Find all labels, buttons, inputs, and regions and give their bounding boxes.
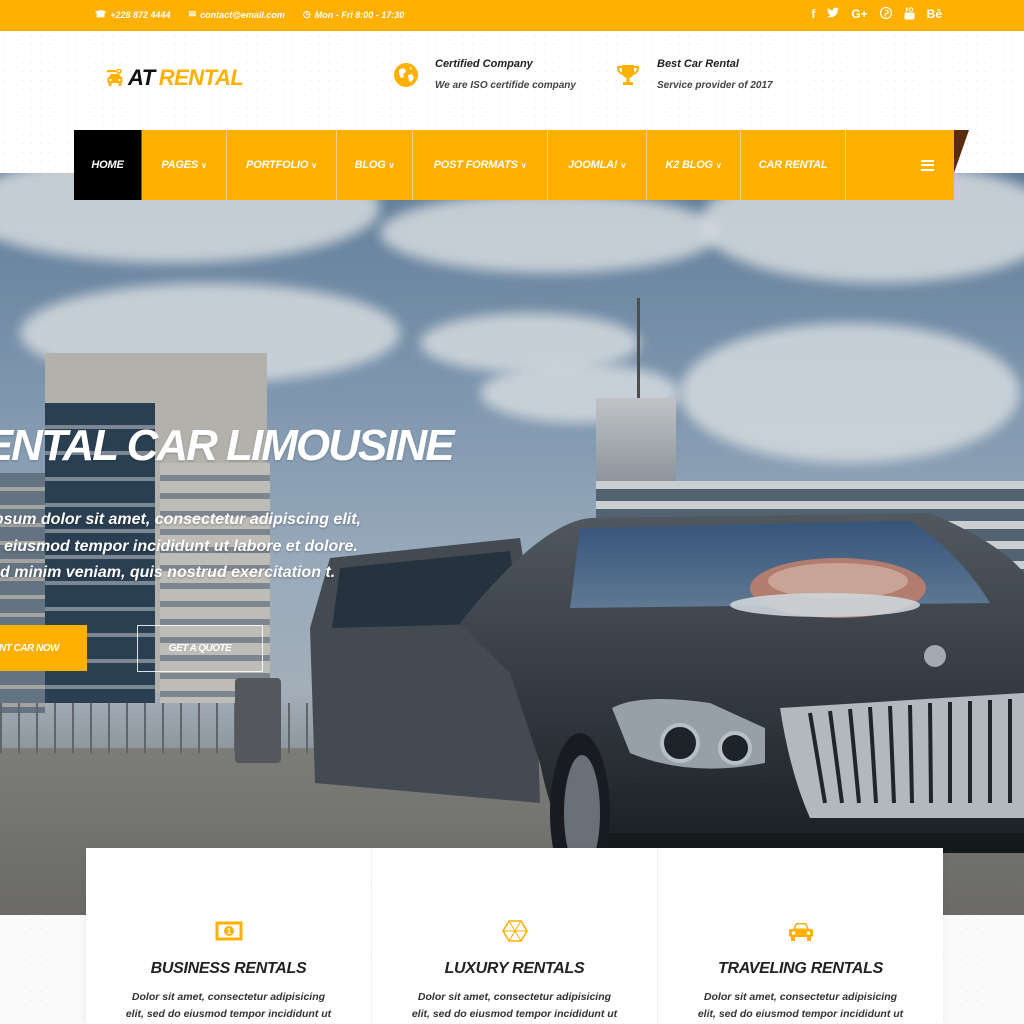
nav-item-k2-blog[interactable]: K2 BLOG ∨ bbox=[647, 130, 741, 200]
nav-label: PORTFOLIO bbox=[246, 159, 309, 171]
nav-label: HOME bbox=[91, 159, 124, 171]
nav-item-blog[interactable]: BLOG ∨ bbox=[337, 130, 413, 200]
nav-item-joomla[interactable]: JOOMLA! ∨ bbox=[548, 130, 647, 200]
phone-number: +228 872 4444 bbox=[110, 9, 171, 20]
service-text-line: elit, sed do eiusmod tempor incididunt u… bbox=[125, 1008, 332, 1020]
hero-line: Lorem ipsum dolor sit amet, consectetur … bbox=[0, 511, 361, 528]
feature-best-rental: Best Car Rental Service provider of 2017 bbox=[615, 58, 773, 91]
clock-icon: ◷ bbox=[302, 9, 311, 19]
services-panel: 1 BUSINESS RENTALS Dolor sit amet, conse… bbox=[86, 848, 943, 1024]
hamburger-icon bbox=[921, 159, 934, 171]
nav-item-pages[interactable]: PAGES ∨ bbox=[142, 130, 227, 200]
service-text-line: elit, sed do eiusmod tempor incididunt u… bbox=[411, 1008, 618, 1020]
hero-slider: D QN 4800 RENTAL CAR LIMOUSINE Lorem ips… bbox=[0, 173, 1024, 915]
feature-subtitle: Service provider of 2017 bbox=[657, 80, 773, 91]
service-text-line: Dolor sit amet, consectetur adipisicing bbox=[703, 991, 898, 1003]
hero-line: sed do eiusmod tempor incididunt ut labo… bbox=[0, 537, 358, 555]
nav-label: PAGES bbox=[161, 159, 199, 171]
email-address: contact@email.com bbox=[200, 9, 285, 20]
nav-label: POST FORMATS bbox=[433, 159, 518, 171]
car-icon bbox=[788, 923, 813, 941]
chevron-down-icon: ∨ bbox=[388, 160, 395, 170]
trophy-icon bbox=[616, 64, 640, 85]
nav-label: K2 BLOG bbox=[665, 159, 713, 171]
feature-subtitle: We are ISO certifide company bbox=[435, 80, 576, 91]
get-a-quote-button[interactable]: GET A QUOTE bbox=[137, 625, 263, 672]
service-description: Dolor sit amet, consectetur adipisicing … bbox=[658, 989, 943, 1023]
service-description: Dolor sit amet, consectetur adipisicing … bbox=[372, 989, 657, 1023]
nav-label: CAR RENTAL bbox=[758, 159, 828, 171]
hero-description: Lorem ipsum dolor sit amet, consectetur … bbox=[0, 507, 361, 587]
chevron-down-icon: ∨ bbox=[715, 160, 722, 170]
feature-certified: Certified Company We are ISO certifide c… bbox=[393, 58, 576, 91]
car-key-icon bbox=[107, 69, 123, 86]
service-luxury-rentals[interactable]: LUXURY RENTALS Dolor sit amet, consectet… bbox=[372, 848, 658, 1024]
top-bar: ☎ +228 872 4444 ✉ contact@email.com ◷ Mo… bbox=[0, 0, 1024, 31]
chevron-down-icon: ∨ bbox=[620, 160, 626, 170]
youtube-icon[interactable] bbox=[904, 7, 915, 23]
service-title: LUXURY RENTALS bbox=[444, 960, 585, 977]
logo[interactable]: AT RENTAL bbox=[106, 65, 244, 91]
hero-line: Ut enim ad minim veniam, quis nostrud ex… bbox=[0, 564, 336, 581]
chevron-down-icon: ∨ bbox=[201, 160, 207, 170]
nav-label: JOOMLA! bbox=[568, 159, 618, 171]
logo-text-at: AT bbox=[128, 65, 155, 90]
service-traveling-rentals[interactable]: TRAVELING RENTALS Dolor sit amet, consec… bbox=[658, 848, 943, 1024]
service-title: TRAVELING RENTALS bbox=[718, 960, 883, 977]
feature-title: Best Car Rental bbox=[657, 58, 739, 70]
rent-car-now-button[interactable]: RENT CAR NOW bbox=[0, 625, 87, 671]
service-title: BUSINESS RENTALS bbox=[150, 960, 307, 977]
email-contact[interactable]: ✉ contact@email.com bbox=[189, 9, 285, 20]
nav-item-home[interactable]: HOME bbox=[74, 130, 142, 200]
facebook-icon[interactable]: f bbox=[811, 7, 815, 23]
money-bill-icon: 1 bbox=[215, 921, 242, 941]
nav-corner-decoration bbox=[954, 130, 969, 173]
envelope-icon: ✉ bbox=[188, 9, 197, 19]
nav-item-post-formats[interactable]: POST FORMATS ∨ bbox=[413, 130, 548, 200]
diamond-icon bbox=[501, 920, 528, 942]
social-links: f G+ Bē bbox=[811, 6, 942, 23]
main-nav: HOME PAGES ∨ PORTFOLIO ∨ BLOG ∨ POST FORMAT… bbox=[74, 130, 954, 200]
svg-text:1: 1 bbox=[226, 927, 231, 936]
pinterest-icon[interactable] bbox=[879, 6, 892, 23]
service-text-line: Dolor sit amet, consectetur adipisicing bbox=[131, 991, 326, 1003]
behance-icon[interactable]: Bē bbox=[927, 7, 942, 23]
hours-info: ◷ Mon - Fri 8:00 - 17:30 bbox=[303, 9, 404, 20]
nav-item-portfolio[interactable]: PORTFOLIO ∨ bbox=[227, 130, 337, 200]
service-business-rentals[interactable]: 1 BUSINESS RENTALS Dolor sit amet, conse… bbox=[86, 848, 372, 1024]
feature-title: Certified Company bbox=[435, 58, 533, 70]
contact-info: ☎ +228 872 4444 ✉ contact@email.com ◷ Mo… bbox=[95, 9, 404, 20]
menu-toggle-button[interactable] bbox=[846, 130, 954, 200]
service-description: Dolor sit amet, consectetur adipisicing … bbox=[86, 989, 371, 1023]
phone-icon: ☎ bbox=[95, 9, 107, 19]
globe-icon bbox=[394, 62, 418, 87]
nav-item-car-rental[interactable]: CAR RENTAL bbox=[741, 130, 846, 200]
service-text-line: Dolor sit amet, consectetur adipisicing bbox=[417, 991, 612, 1003]
google-plus-icon[interactable]: G+ bbox=[851, 7, 867, 23]
opening-hours: Mon - Fri 8:00 - 17:30 bbox=[314, 9, 405, 20]
hero-title: RENTAL CAR LIMOUSINE bbox=[0, 421, 455, 470]
twitter-icon[interactable] bbox=[827, 7, 840, 23]
nav-label: BLOG bbox=[354, 159, 386, 171]
phone-contact[interactable]: ☎ +228 872 4444 bbox=[95, 9, 171, 20]
chevron-down-icon: ∨ bbox=[311, 160, 317, 170]
logo-text-rental: RENTAL bbox=[158, 65, 244, 90]
chevron-down-icon: ∨ bbox=[520, 160, 527, 170]
service-text-line: elit, sed do eiusmod tempor incididunt u… bbox=[697, 1008, 904, 1020]
